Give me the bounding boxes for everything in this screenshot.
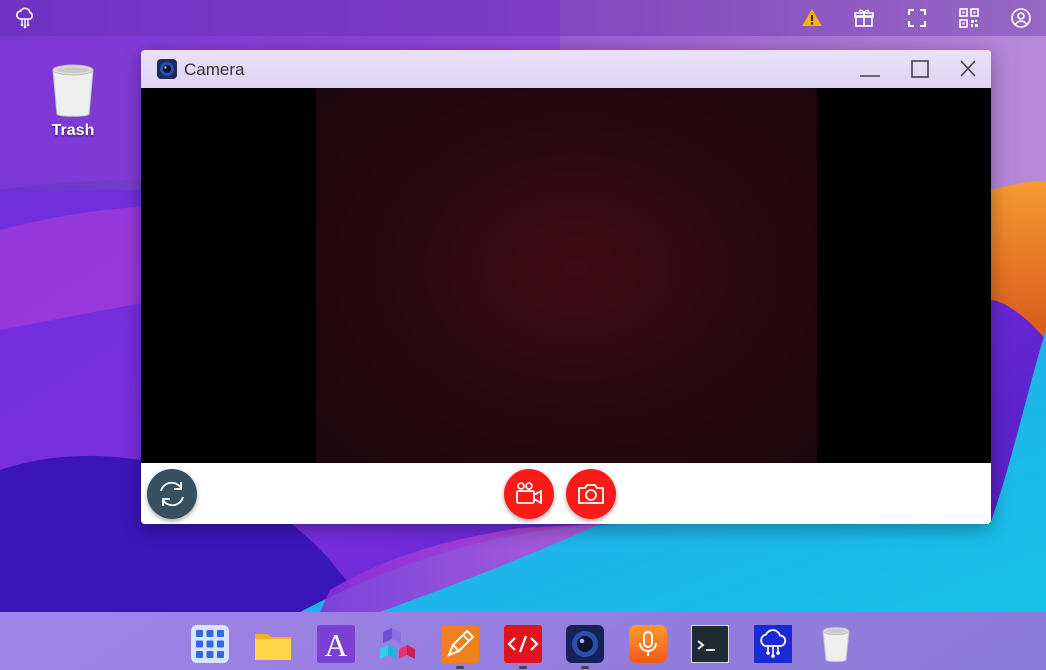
- app-grid-icon[interactable]: [191, 625, 229, 663]
- terminal-icon[interactable]: [691, 625, 729, 663]
- top-bar: [0, 0, 1046, 36]
- running-indicator: [581, 666, 589, 669]
- window-title: Camera: [184, 60, 245, 79]
- trash-label: Trash: [51, 122, 95, 139]
- camera-window: Camera: [141, 50, 991, 524]
- qr-code-icon[interactable]: [957, 6, 981, 30]
- running-indicator: [456, 666, 464, 669]
- desktop-trash[interactable]: Trash: [38, 62, 108, 140]
- switch-camera-icon: [160, 481, 184, 507]
- files-icon[interactable]: [254, 625, 292, 663]
- cloud-network-icon[interactable]: [754, 625, 792, 663]
- minimize-button[interactable]: [857, 57, 883, 81]
- record-video-button[interactable]: [504, 469, 554, 519]
- maximize-button[interactable]: [907, 57, 933, 81]
- close-icon: [960, 60, 976, 77]
- take-photo-icon: [578, 484, 604, 504]
- voice-recorder-icon[interactable]: [629, 625, 667, 663]
- cloud-network-icon[interactable]: [13, 6, 37, 30]
- maximize-icon: [911, 60, 929, 78]
- dock: A: [0, 612, 1046, 670]
- trash-icon: [52, 64, 94, 117]
- camera-app-icon: [157, 59, 177, 79]
- window-titlebar[interactable]: Camera: [141, 50, 991, 88]
- camera-icon[interactable]: [566, 625, 604, 663]
- blocks-icon[interactable]: [379, 625, 417, 663]
- camera-viewport: [141, 88, 991, 463]
- camera-feed: [316, 88, 817, 463]
- user-account-icon[interactable]: [1009, 6, 1033, 30]
- gift-icon[interactable]: [852, 6, 876, 30]
- running-indicator: [519, 666, 527, 669]
- close-button[interactable]: [955, 57, 981, 81]
- switch-camera-button[interactable]: [147, 469, 197, 519]
- minimize-icon: [860, 75, 880, 77]
- svg-text:A: A: [324, 627, 347, 663]
- camera-controls: [141, 463, 991, 524]
- text-editor-icon[interactable]: A: [317, 625, 355, 663]
- paint-icon[interactable]: [441, 625, 479, 663]
- record-video-icon: [516, 482, 542, 505]
- code-editor-icon[interactable]: [504, 625, 542, 663]
- take-photo-button[interactable]: [566, 469, 616, 519]
- trash-icon[interactable]: [817, 625, 855, 663]
- warning-icon[interactable]: [800, 6, 824, 30]
- fullscreen-icon[interactable]: [905, 6, 929, 30]
